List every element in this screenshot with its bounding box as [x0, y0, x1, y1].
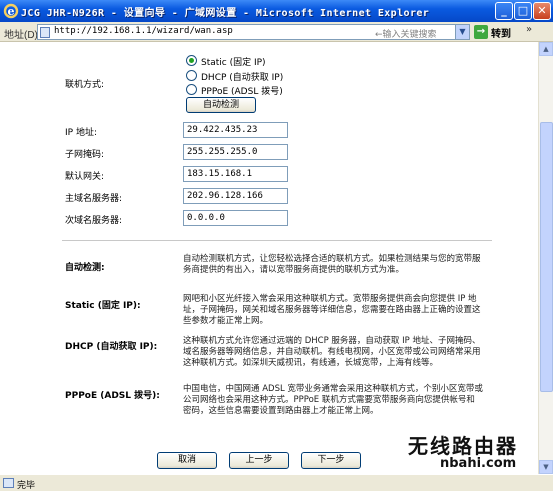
secondary-dns-input[interactable]: 0.0.0.0 [183, 210, 288, 226]
help-term-pppoe: PPPoE (ADSL 拨号): [65, 391, 160, 401]
watermark-cn: 无线路由器 [408, 434, 518, 458]
ip-address-label: IP 地址: [65, 128, 97, 138]
radio-static[interactable] [186, 55, 197, 66]
page-content: 联机方式: Static (固定 IP) DHCP (自动获取 IP) PPPo… [0, 42, 538, 474]
links-menu-icon[interactable]: » [526, 24, 548, 40]
page-icon [40, 27, 50, 38]
help-text-autodetect: 自动检测联机方式，让您轻松选择合适的联机方式。如果检测结果与您的宽带服务商提供的… [183, 254, 481, 275]
help-term-dhcp: DHCP (自动获取 IP): [65, 342, 158, 352]
address-input[interactable]: http://192.168.1.1/wizard/wan.asp ←输入关键搜… [37, 24, 470, 40]
prev-button[interactable]: 上一步 [229, 452, 289, 469]
page-done-icon [3, 478, 14, 488]
svg-text:e: e [8, 5, 15, 18]
ip-address-input[interactable]: 29.422.435.23 [183, 122, 288, 138]
help-text-static: 网吧和小区光纤接入常会采用这种联机方式。宽带服务提供商会向您提供 IP 地址，子… [183, 294, 481, 326]
help-term-autodetect: 自动检测: [65, 263, 105, 273]
go-arrow-icon: → [474, 25, 488, 39]
chevron-down-icon[interactable]: ▼ [455, 25, 469, 39]
autodetect-button[interactable]: 自动检测 [186, 97, 256, 113]
radio-pppoe[interactable] [186, 84, 197, 95]
window-title: JCG JHR-N926R - 设置向导 - 广域网设置 - Microsoft… [21, 8, 430, 19]
radio-dhcp-label: DHCP (自动获取 IP) [201, 73, 284, 83]
gateway-input[interactable]: 183.15.168.1 [183, 166, 288, 182]
address-label: 地址(D) [4, 30, 38, 41]
subnet-mask-label: 子网掩码: [65, 150, 105, 160]
vertical-scrollbar[interactable]: ▲ ▼ [538, 42, 553, 474]
scroll-up-icon[interactable]: ▲ [539, 42, 553, 56]
help-term-static: Static (固定 IP): [65, 301, 141, 311]
search-hint: ←输入关键搜索 [375, 30, 437, 40]
help-text-pppoe: 中国电信，中国网通 ADSL 宽带业务通常会采用这种联机方式，个别小区宽带或公司… [183, 384, 483, 416]
maximize-button[interactable]: □ [514, 2, 532, 20]
ie-icon: e [3, 3, 19, 19]
close-button[interactable]: ✕ [533, 2, 551, 20]
connection-mode-label: 联机方式: [65, 80, 105, 90]
help-text-dhcp: 这种联机方式允许您通过远端的 DHCP 服务器，自动获取 IP 地址、子网掩码、… [183, 336, 481, 368]
next-button[interactable]: 下一步 [301, 452, 361, 469]
status-bar: 完毕 [0, 474, 553, 491]
cancel-button[interactable]: 取消 [157, 452, 217, 469]
primary-dns-input[interactable]: 202.96.128.166 [183, 188, 288, 204]
go-button[interactable]: → 转到 [474, 24, 518, 40]
primary-dns-label: 主域名服务器: [65, 194, 123, 204]
scroll-thumb[interactable] [540, 122, 553, 392]
gateway-label: 默认网关: [65, 172, 105, 182]
radio-static-label: Static (固定 IP) [201, 58, 266, 68]
status-text: 完毕 [17, 481, 36, 491]
radio-dhcp[interactable] [186, 70, 197, 81]
secondary-dns-label: 次域名服务器: [65, 216, 123, 226]
minimize-button[interactable]: _ [495, 2, 513, 20]
address-bar: 地址(D) http://192.168.1.1/wizard/wan.asp … [0, 22, 553, 42]
subnet-mask-input[interactable]: 255.255.255.0 [183, 144, 288, 160]
watermark-en: nbahi.com [440, 456, 517, 471]
watermark: 无线路由器 nbahi.com [400, 422, 552, 474]
go-label: 转到 [491, 29, 511, 40]
divider [62, 240, 492, 241]
address-url[interactable]: http://192.168.1.1/wizard/wan.asp [54, 26, 233, 36]
title-bar: e JCG JHR-N926R - 设置向导 - 广域网设置 - Microso… [0, 0, 553, 22]
radio-pppoe-label: PPPoE (ADSL 拨号) [201, 87, 283, 97]
